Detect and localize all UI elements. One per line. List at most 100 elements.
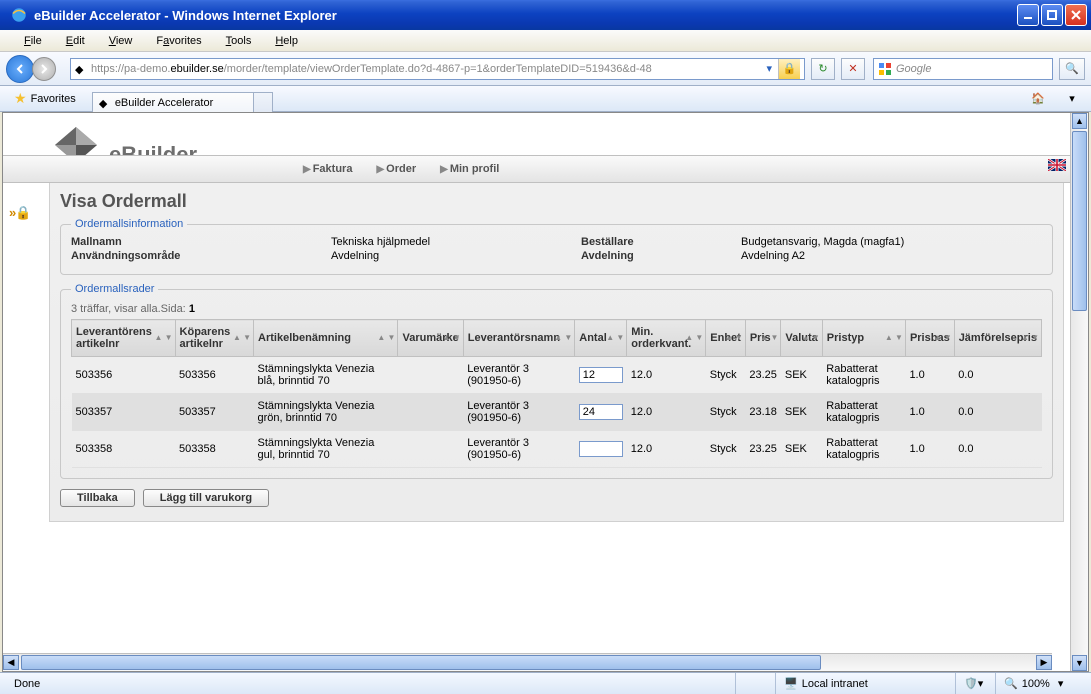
top-navigation: ▶Faktura ▶Order ▶Min profil (3, 155, 1070, 183)
zoom-control[interactable]: 🔍 100% ▾ (995, 673, 1085, 694)
column-header[interactable]: Min. orderkvant.▲ ▼ (627, 320, 706, 357)
column-header[interactable]: Leverantörsnamn▲ ▼ (463, 320, 575, 357)
column-header[interactable]: Enhet▲ ▼ (706, 320, 746, 357)
table-cell: 0.0 (954, 431, 1041, 468)
order-template-rows: Ordermallsrader 3 träffar, visar alla.Si… (60, 283, 1053, 479)
table-cell: Styck (706, 357, 746, 394)
sort-icon: ▲ ▼ (685, 335, 703, 341)
forward-button[interactable] (32, 57, 56, 81)
table-cell: Styck (706, 394, 746, 431)
vscroll-thumb[interactable] (1072, 131, 1087, 311)
refresh-button[interactable]: ↻ (811, 58, 835, 80)
back-button[interactable] (6, 55, 34, 83)
order-template-info: Ordermallsinformation Mallnamn Användnin… (60, 218, 1053, 275)
menu-help[interactable]: Help (265, 33, 308, 49)
label-mallnamn: Mallnamn (71, 236, 331, 248)
info-legend: Ordermallsinformation (71, 218, 187, 230)
add-to-cart-button[interactable]: Lägg till varukorg (143, 489, 269, 507)
table-cell: 503358 (175, 431, 253, 468)
menu-file[interactable]: File (14, 33, 52, 49)
scroll-left-icon[interactable]: ◀ (3, 655, 19, 670)
table-cell: Rabatterat katalogpris (822, 431, 905, 468)
search-button[interactable]: 🔍 (1059, 58, 1085, 80)
tools-dropdown[interactable]: ▾ (1057, 88, 1087, 110)
favorites-button[interactable]: ★ Favorites (6, 88, 84, 109)
home-button[interactable]: 🏠 (1023, 88, 1053, 110)
column-header[interactable]: Leverantörens artikelnr▲ ▼ (72, 320, 176, 357)
table-cell (575, 357, 627, 394)
page-title: Visa Ordermall (60, 191, 1053, 212)
menu-tools[interactable]: Tools (216, 33, 262, 49)
scroll-down-icon[interactable]: ▼ (1072, 655, 1087, 671)
quantity-input[interactable] (579, 367, 623, 383)
sort-icon: ▲ ▼ (377, 335, 395, 341)
table-cell: 12.0 (627, 357, 706, 394)
intranet-icon: 🖥️ (784, 677, 798, 690)
search-placeholder: Google (896, 63, 1048, 75)
hscroll-thumb[interactable] (21, 655, 821, 670)
tab-row: ★ Favorites ◆ eBuilder Accelerator 🏠 ▾ (0, 86, 1091, 112)
close-button[interactable] (1065, 4, 1087, 26)
table-cell: Leverantör 3 (901950-6) (463, 357, 575, 394)
stop-button[interactable]: ✕ (841, 58, 865, 80)
sort-icon: ▲ ▼ (760, 335, 778, 341)
quantity-input[interactable] (579, 441, 623, 457)
menu-view[interactable]: View (99, 33, 143, 49)
sort-icon: ▲ ▼ (802, 335, 820, 341)
column-header[interactable]: Valuta▲ ▼ (781, 320, 822, 357)
table-cell (575, 394, 627, 431)
status-seg-1 (735, 673, 775, 694)
zoom-icon: 🔍 (1004, 677, 1018, 690)
table-cell: 503356 (175, 357, 253, 394)
new-tab-button[interactable] (253, 92, 273, 114)
table-cell: SEK (781, 431, 822, 468)
nav-order[interactable]: ▶Order (376, 163, 416, 175)
sort-icon: ▲ ▼ (606, 335, 624, 341)
table-cell: Stämningslykta Venezia blå, brinntid 70 (254, 357, 398, 394)
pager-text: 3 träffar, visar alla.Sida: 1 (71, 303, 1042, 315)
dropdown-icon[interactable]: ▾ (766, 62, 772, 75)
column-header[interactable]: Pris▲ ▼ (745, 320, 781, 357)
table-cell: 23.25 (745, 431, 781, 468)
menubar: File Edit View Favorites Tools Help (0, 30, 1091, 52)
minimize-button[interactable] (1017, 4, 1039, 26)
column-header[interactable]: Pristyp▲ ▼ (822, 320, 905, 357)
column-header[interactable]: Varumärke▲ ▼ (398, 320, 463, 357)
column-header[interactable]: Antal▲ ▼ (575, 320, 627, 357)
browser-tab[interactable]: ◆ eBuilder Accelerator (92, 92, 254, 114)
table-cell: 12.0 (627, 431, 706, 468)
search-box[interactable]: Google (873, 58, 1053, 80)
url-text: https://pa-demo.ebuilder.se/morder/templ… (91, 63, 762, 75)
back-button-page[interactable]: Tillbaka (60, 489, 135, 507)
address-bar[interactable]: ◆ https://pa-demo.ebuilder.se/morder/tem… (70, 58, 805, 80)
table-row: 503357503357Stämningslykta Venezia grön,… (72, 394, 1042, 431)
nav-min-profil[interactable]: ▶Min profil (440, 163, 499, 175)
column-header[interactable]: Jämförelsepris▲ ▼ (954, 320, 1041, 357)
column-header[interactable]: Köparens artikelnr▲ ▼ (175, 320, 253, 357)
table-cell: Stämningslykta Venezia gul, brinntid 70 (254, 431, 398, 468)
sort-icon: ▲ ▼ (154, 335, 172, 341)
horizontal-scrollbar[interactable]: ◀ ▶ (3, 653, 1052, 671)
navigation-bar: ◆ https://pa-demo.ebuilder.se/morder/tem… (0, 52, 1091, 86)
sort-icon: ▲ ▼ (1021, 335, 1039, 341)
vertical-scrollbar[interactable]: ▲ ▼ (1070, 113, 1088, 671)
quantity-input[interactable] (579, 404, 623, 420)
nav-faktura[interactable]: ▶Faktura (303, 163, 352, 175)
table-cell: Rabatterat katalogpris (822, 394, 905, 431)
column-header[interactable]: Prisbas▲ ▼ (905, 320, 954, 357)
scroll-right-icon[interactable]: ▶ (1036, 655, 1052, 670)
menu-edit[interactable]: Edit (56, 33, 95, 49)
table-cell: 23.18 (745, 394, 781, 431)
sidebar-toggle[interactable]: »🔒 (9, 205, 30, 221)
menu-favorites[interactable]: Favorites (146, 33, 211, 49)
column-header[interactable]: Artikelbenämning▲ ▼ (254, 320, 398, 357)
table-cell: Leverantör 3 (901950-6) (463, 394, 575, 431)
language-flag-uk[interactable] (1048, 159, 1066, 174)
table-cell (398, 357, 463, 394)
site-icon: ◆ (75, 63, 87, 75)
label-anvandningsomrade: Användningsområde (71, 250, 331, 262)
scroll-up-icon[interactable]: ▲ (1072, 113, 1087, 129)
maximize-button[interactable] (1041, 4, 1063, 26)
sort-icon: ▲ ▼ (554, 335, 572, 341)
label-avdelning: Avdelning (581, 250, 741, 262)
